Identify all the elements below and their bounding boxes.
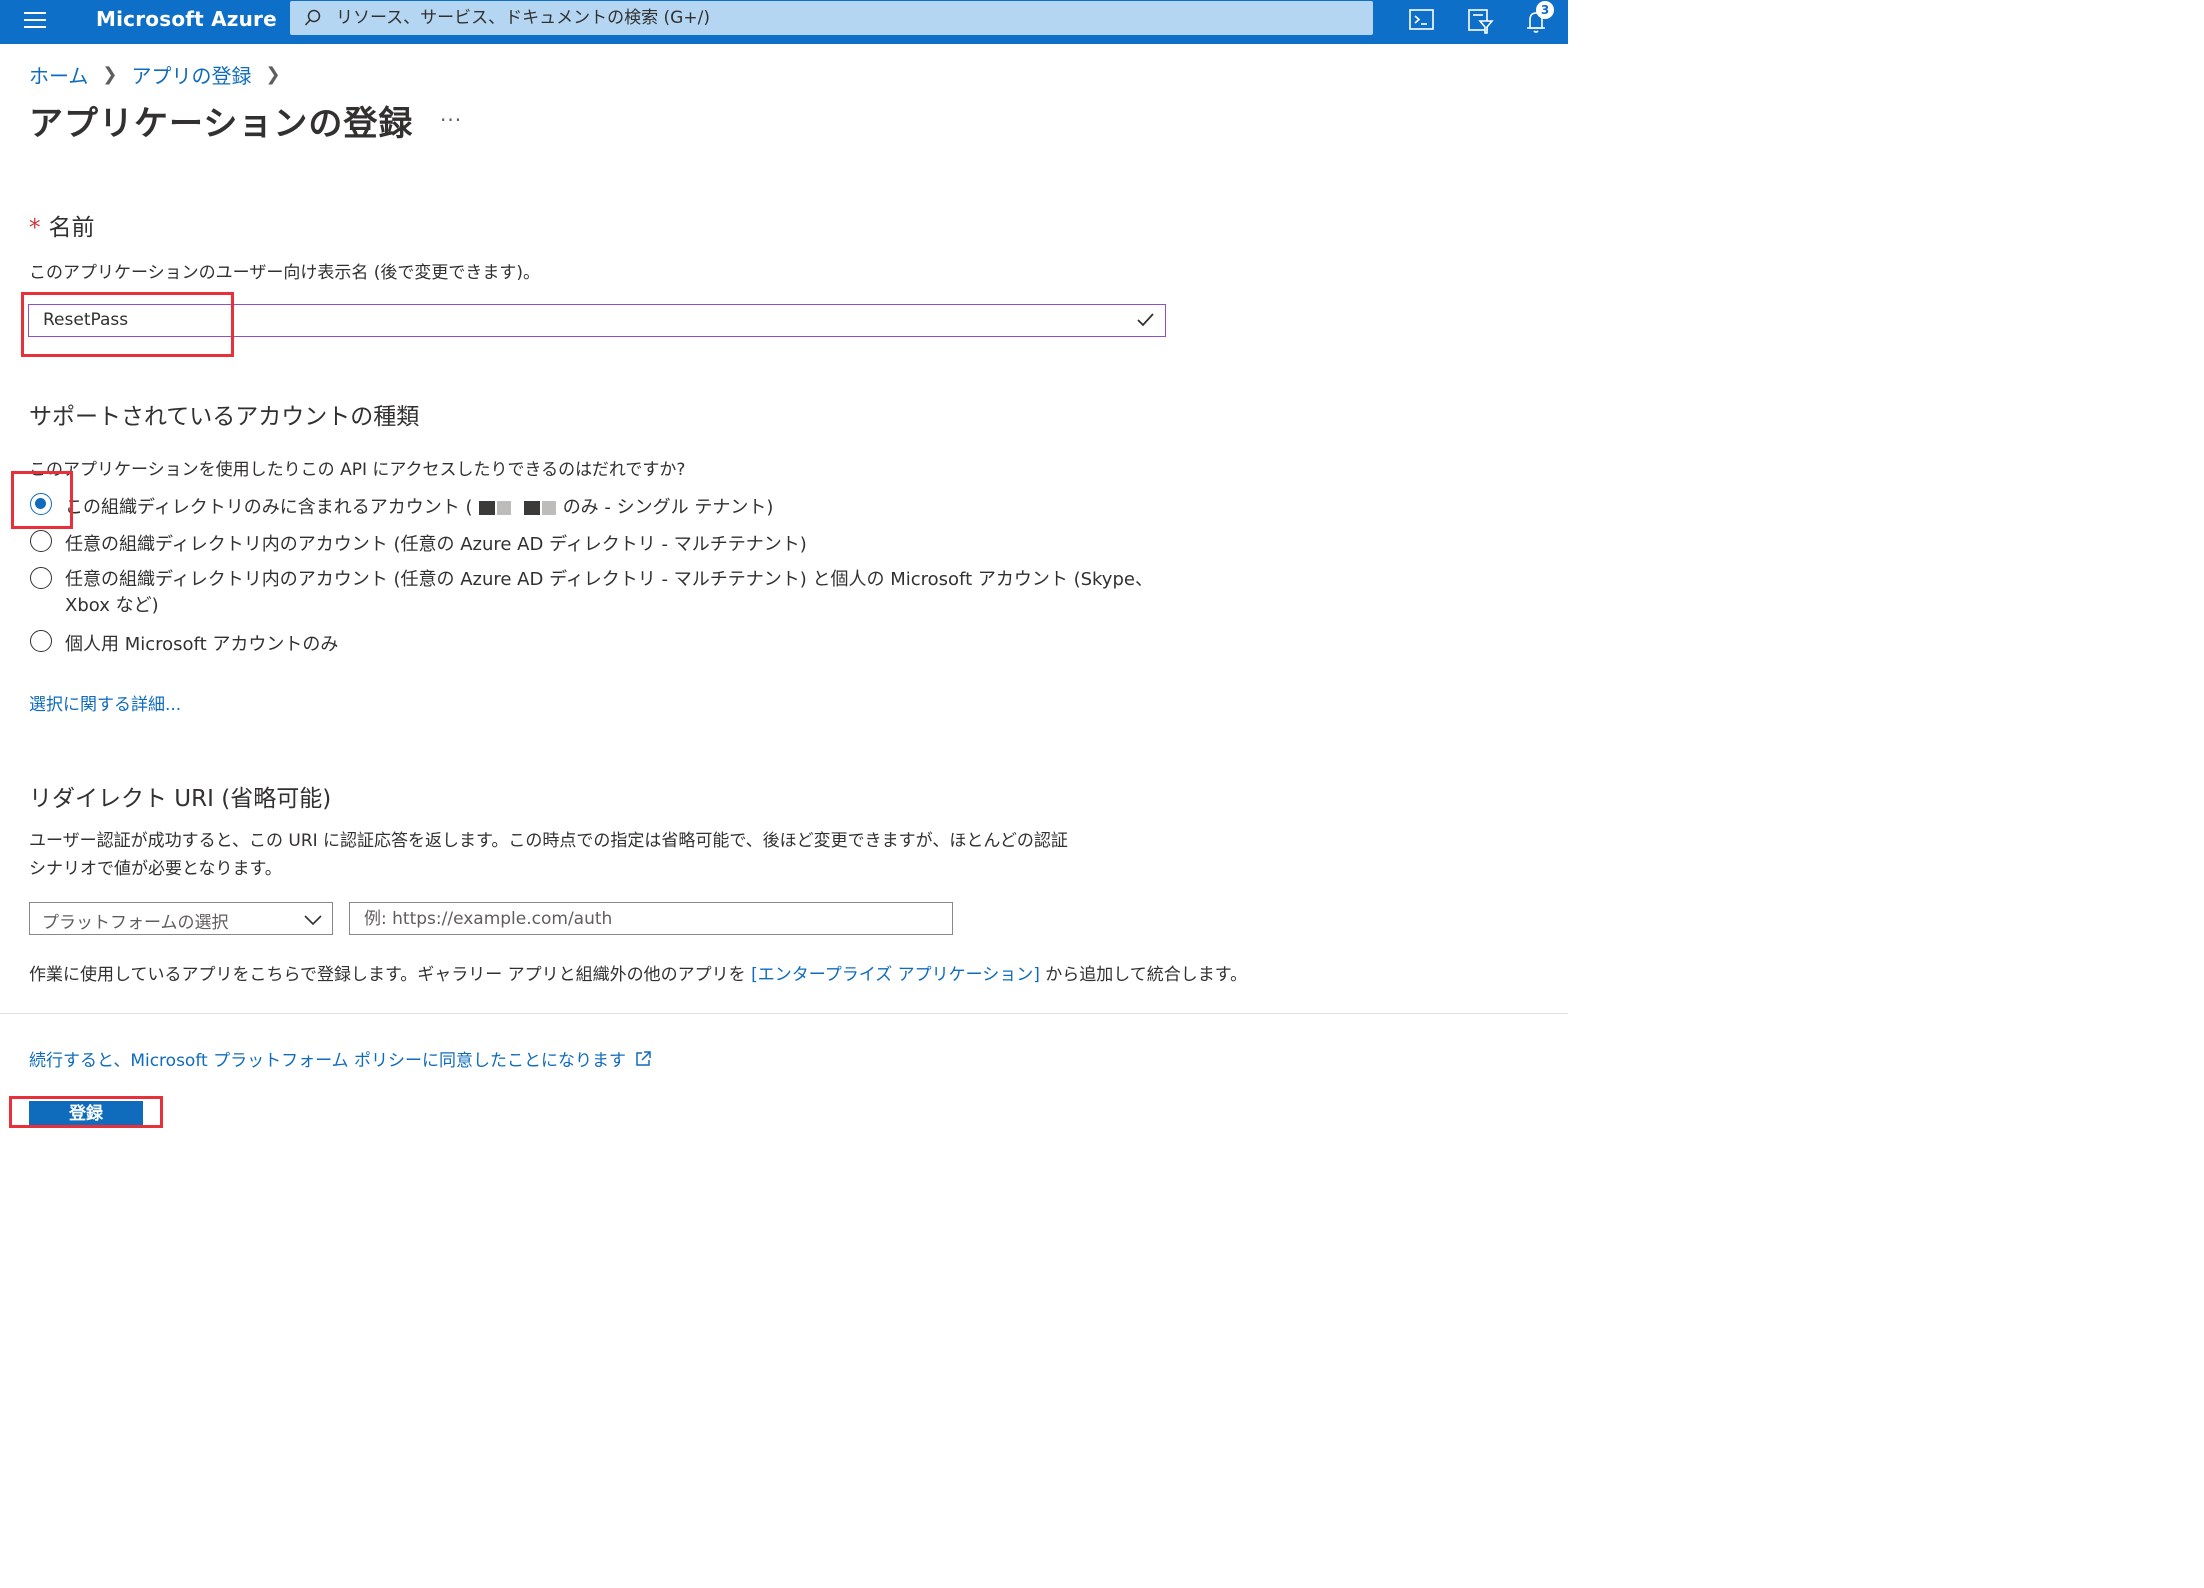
radio-button[interactable]	[30, 630, 52, 652]
name-input[interactable]	[41, 309, 1045, 331]
checkmark-icon	[1135, 310, 1155, 330]
search-input[interactable]	[334, 7, 1318, 29]
account-option-personal-only[interactable]: 個人用 Microsoft アカウントのみ	[30, 630, 338, 656]
option-label: この組織ディレクトリのみに含まれるアカウント ( のみ - シングル テナント)	[65, 493, 773, 519]
chevron-down-icon	[304, 911, 322, 926]
redacted-tenant-name	[523, 501, 540, 515]
redirect-uri-input[interactable]	[362, 908, 946, 930]
breadcrumb-home[interactable]: ホーム	[29, 60, 88, 89]
name-description: このアプリケーションのユーザー向け表示名 (後で変更できます)。	[29, 263, 540, 283]
note-text: から追加して統合します。	[1039, 965, 1248, 985]
name-label: * 名前	[29, 208, 95, 242]
option-text: のみ - シングル テナント)	[562, 497, 774, 518]
radio-button[interactable]	[30, 567, 52, 589]
notification-bell-icon[interactable]: 3	[1522, 1, 1554, 35]
cloud-shell-icon[interactable]	[1408, 7, 1438, 35]
enterprise-applications-link[interactable]: [エンタープライズ アプリケーション]	[751, 965, 1040, 985]
required-mark: *	[29, 215, 41, 241]
name-field[interactable]	[28, 304, 1166, 337]
platform-select-value: プラットフォームの選択	[42, 913, 229, 933]
option-text-line1: 任意の組織ディレクトリ内のアカウント (任意の Azure AD ディレクトリ …	[65, 569, 1153, 590]
redacted-tenant-name	[479, 501, 496, 515]
directory-filter-icon[interactable]	[1466, 7, 1496, 35]
redirect-uri-description: ユーザー認証が成功すると、この URI に認証応答を返します。この時点での指定は…	[29, 827, 1068, 883]
search-icon	[304, 9, 322, 27]
name-label-text: 名前	[48, 215, 95, 241]
option-label: 任意の組織ディレクトリ内のアカウント (任意の Azure AD ディレクトリ …	[65, 567, 1153, 619]
account-types-question: このアプリケーションを使用したりこの API にアクセスしたりできるのはだれです…	[29, 460, 686, 480]
divider	[0, 1013, 1568, 1014]
chevron-right-icon: ❯	[102, 64, 118, 85]
note-text: 作業に使用しているアプリをこちらで登録します。ギャラリー アプリと組織外の他のア…	[29, 965, 752, 985]
account-option-single-tenant[interactable]: この組織ディレクトリのみに含まれるアカウント ( のみ - シングル テナント)	[30, 493, 773, 519]
selection-details-link[interactable]: 選択に関する詳細...	[29, 690, 181, 715]
option-label: 個人用 Microsoft アカウントのみ	[65, 634, 339, 655]
description-line2: シナリオで値が必要となります。	[29, 859, 282, 879]
more-options-button[interactable]: ···	[440, 108, 462, 132]
brand-title[interactable]: Microsoft Azure	[96, 7, 277, 31]
breadcrumb: ホーム ❯ アプリの登録 ❯	[29, 60, 295, 89]
policy-link-text: 続行すると、Microsoft プラットフォーム ポリシーに同意したことになりま…	[29, 1051, 626, 1071]
account-types-heading: サポートされているアカウントの種類	[29, 404, 420, 430]
redacted-tenant-name	[541, 501, 556, 515]
page-title: アプリケーションの登録	[29, 104, 414, 144]
platform-select-dropdown[interactable]: プラットフォームの選択	[29, 902, 333, 935]
platform-policy-link[interactable]: 続行すると、Microsoft プラットフォーム ポリシーに同意したことになりま…	[29, 1046, 652, 1071]
global-search-bar[interactable]	[290, 1, 1373, 35]
description-line1: ユーザー認証が成功すると、この URI に認証応答を返します。この時点での指定は…	[29, 831, 1068, 851]
breadcrumb-app-registrations[interactable]: アプリの登録	[132, 60, 252, 89]
enterprise-apps-note: 作業に使用しているアプリをこちらで登録します。ギャラリー アプリと組織外の他のア…	[29, 960, 1247, 985]
option-text-line2: Xbox など)	[65, 595, 159, 616]
radio-button-selected[interactable]	[30, 493, 52, 515]
radio-button[interactable]	[30, 530, 52, 552]
redacted-tenant-name	[497, 501, 512, 515]
account-option-multi-tenant-personal[interactable]: 任意の組織ディレクトリ内のアカウント (任意の Azure AD ディレクトリ …	[30, 567, 1153, 619]
top-navigation-bar: Microsoft Azure 3	[0, 0, 1568, 44]
external-link-icon	[634, 1050, 652, 1068]
redirect-uri-heading: リダイレクト URI (省略可能)	[29, 786, 332, 812]
chevron-right-icon: ❯	[265, 64, 281, 85]
menu-icon[interactable]	[24, 12, 46, 30]
option-label: 任意の組織ディレクトリ内のアカウント (任意の Azure AD ディレクトリ …	[65, 534, 807, 555]
redirect-uri-field[interactable]	[349, 902, 953, 935]
account-option-multi-tenant[interactable]: 任意の組織ディレクトリ内のアカウント (任意の Azure AD ディレクトリ …	[30, 530, 807, 556]
notification-badge: 3	[1536, 1, 1554, 19]
register-button[interactable]: 登録	[29, 1101, 143, 1127]
option-text: この組織ディレクトリのみに含まれるアカウント (	[65, 497, 473, 518]
